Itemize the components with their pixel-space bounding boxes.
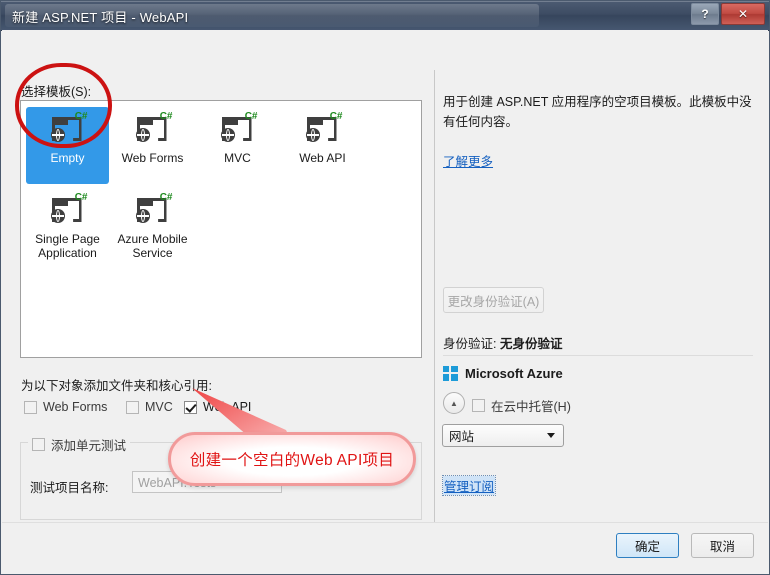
authentication-label: 身份验证:: [443, 337, 497, 351]
chevron-up-icon[interactable]: ▲: [443, 392, 465, 414]
checkbox-mvc[interactable]: MVC: [126, 400, 173, 414]
select-template-label: 选择模板(S):: [21, 85, 92, 99]
test-project-name-label: 测试项目名称:: [30, 481, 109, 495]
window-title: 新建 ASP.NET 项目 - WebAPI: [12, 10, 189, 25]
azure-title: Microsoft Azure: [465, 366, 563, 381]
template-label: Single Page Application: [35, 232, 100, 260]
template-item-empty[interactable]: C# Empty: [26, 107, 109, 184]
azure-resource-type-select[interactable]: 网站: [442, 424, 564, 447]
template-label: Empty: [50, 151, 85, 165]
checkbox-web-forms[interactable]: Web Forms: [24, 400, 107, 414]
web-project-icon: C#: [220, 112, 258, 145]
help-button[interactable]: ?: [691, 3, 719, 25]
title-bar: 新建 ASP.NET 项目 - WebAPI ? ✕: [1, 1, 769, 31]
checkbox-box[interactable]: [126, 400, 139, 414]
template-item-web-forms[interactable]: C# Web Forms: [111, 107, 194, 184]
chevron-down-icon: [547, 433, 555, 438]
template-label: Web Forms: [121, 151, 184, 165]
dialog-footer: 确定 取消: [2, 522, 768, 573]
add-folders-label: 为以下对象添加文件夹和核心引用:: [21, 379, 212, 393]
template-label: Web API: [299, 151, 346, 165]
checkbox-add-unit-test[interactable]: 添加单元测试: [28, 435, 131, 454]
web-project-icon: C#: [50, 193, 88, 226]
web-project-icon: C#: [135, 193, 173, 226]
template-list[interactable]: C# Empty C# Web Forms C# MVC C# Web API …: [20, 100, 422, 358]
azure-section-header: Microsoft Azure: [443, 366, 563, 381]
checkbox-box[interactable]: [32, 438, 45, 451]
template-item-azure-mobile-service[interactable]: C# Azure Mobile Service: [111, 188, 194, 265]
template-grid: C# Empty C# Web Forms C# MVC C# Web API …: [25, 105, 419, 267]
manage-subscriptions-link[interactable]: 管理订阅: [441, 475, 497, 496]
checkbox-label: Web Forms: [43, 400, 108, 414]
change-authentication-button[interactable]: 更改身份验证(A): [443, 287, 544, 313]
microsoft-logo-icon: [443, 366, 458, 381]
authentication-value: 无身份验证: [499, 337, 563, 351]
panel-divider: [434, 70, 435, 530]
template-label: Azure Mobile Service: [117, 232, 188, 260]
close-button[interactable]: ✕: [721, 3, 765, 25]
annotation-callout: 创建一个空白的Web API项目: [168, 432, 416, 486]
web-project-icon: C#: [50, 112, 88, 145]
authentication-status: 身份验证: 无身份验证: [443, 333, 562, 352]
checkbox-label: 添加单元测试: [51, 439, 127, 453]
annotation-callout-text: 创建一个空白的Web API项目: [189, 452, 395, 469]
checkbox-box[interactable]: [472, 399, 485, 412]
checkbox-host-in-cloud[interactable]: 在云中托管(H): [472, 396, 571, 415]
checkbox-label: 在云中托管(H): [491, 400, 571, 414]
web-project-icon: C#: [305, 112, 343, 145]
new-aspnet-project-dialog: 新建 ASP.NET 项目 - WebAPI ? ✕ 选择模板(S): C# E…: [0, 0, 770, 575]
ok-button[interactable]: 确定: [616, 533, 679, 558]
azure-section-divider: [443, 355, 753, 356]
learn-more-link[interactable]: 了解更多: [443, 151, 493, 170]
template-item-single-page-application[interactable]: C# Single Page Application: [26, 188, 109, 265]
window-buttons: ? ✕: [691, 3, 765, 25]
dialog-client-area: 选择模板(S): C# Empty C# Web Forms C# MVC C#…: [2, 30, 768, 573]
azure-resource-selected-value: 网站: [449, 430, 475, 444]
web-project-icon: C#: [135, 112, 173, 145]
template-item-mvc[interactable]: C# MVC: [196, 107, 279, 184]
template-label: MVC: [224, 151, 251, 165]
checkbox-label: MVC: [145, 400, 173, 414]
cancel-button[interactable]: 取消: [691, 533, 754, 558]
template-description: 用于创建 ASP.NET 应用程序的空项目模板。此模板中没有任何内容。: [443, 95, 752, 129]
checkbox-box[interactable]: [24, 400, 37, 414]
template-item-web-api[interactable]: C# Web API: [281, 107, 364, 184]
